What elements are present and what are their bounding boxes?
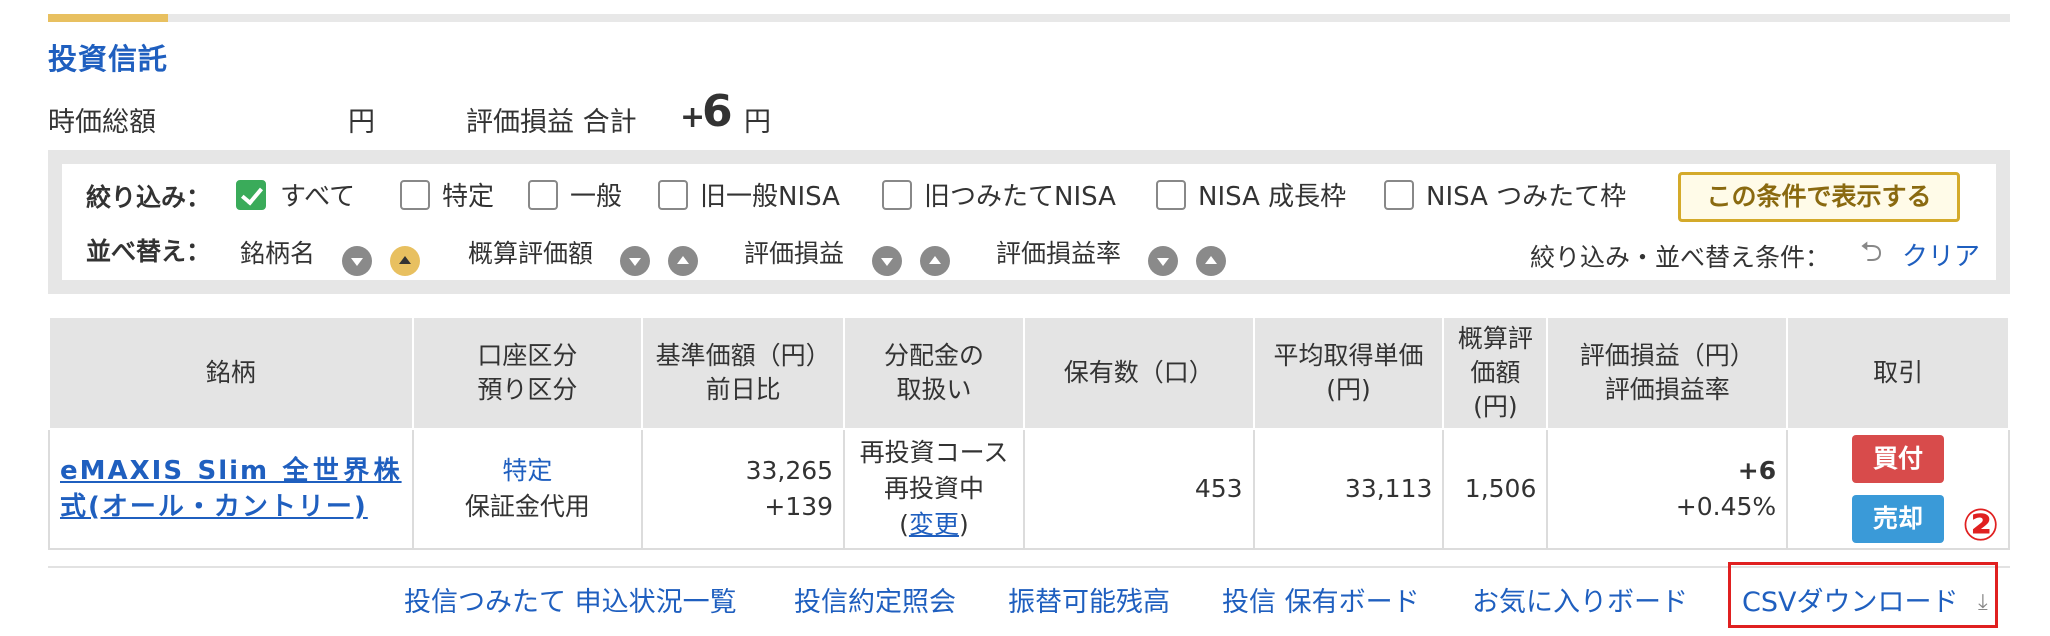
section-title: 投資信託 <box>48 42 169 76</box>
table-header-row: 銘柄 口座区分 預り区分 基準価額（円） 前日比 分配金の 取扱い 保有数（口） 平均… <box>48 316 2010 430</box>
est-value-cell: 1,506 <box>1442 428 1549 550</box>
nav-cell: 33,265 +139 <box>641 428 846 550</box>
header-fund: 銘柄 <box>48 316 414 430</box>
sort-field-pl: 評価損益 <box>744 239 845 268</box>
filter-option-nisa-growth[interactable]: NISA 成長枠 <box>1198 176 1346 213</box>
market-value-label: 時価総額 <box>48 107 156 138</box>
pl-total-value: 6 <box>702 86 733 137</box>
header-holdings: 保有数（口） <box>1022 316 1255 430</box>
header-pl: 評価損益（円） 評価損益率 <box>1546 316 1789 430</box>
sort-pl-desc-button[interactable] <box>872 246 902 276</box>
fund-name-link[interactable]: eMAXIS Slim 全世界株式(オール・カントリー) <box>60 453 402 525</box>
filter-checkbox-nisa-tsumitate[interactable] <box>1384 180 1414 210</box>
filter-checkbox-specific[interactable] <box>400 180 430 210</box>
filter-row: 絞り込み： すべて 特定 一般 旧一般NISA 旧つみたてNISA NISA 成… <box>62 164 1996 222</box>
account-type[interactable]: 特定 <box>424 453 632 489</box>
sort-name-asc-button[interactable] <box>390 246 420 276</box>
undo-icon[interactable]: ⮌ <box>1860 238 1888 266</box>
header-est-value: 概算評 価額 (円) <box>1442 316 1549 430</box>
header-trade: 取引 <box>1786 316 2010 430</box>
sort-pl-rate-desc-button[interactable] <box>1148 246 1178 276</box>
filter-option-old-tsumitate-nisa[interactable]: 旧つみたてNISA <box>924 176 1116 213</box>
pl-total-label: 評価損益 合計 <box>466 107 637 138</box>
avg-price-cell: 33,113 <box>1252 428 1445 550</box>
distribution-cell: 再投資コース 再投資中 (変更) <box>843 428 1025 550</box>
link-holdings-board[interactable]: 投信 保有ボード <box>1222 580 1420 619</box>
bottom-divider <box>48 566 2010 568</box>
filter-checkbox-all[interactable] <box>236 180 266 210</box>
filter-checkbox-general[interactable] <box>528 180 558 210</box>
sort-row: 並べ替え： 銘柄名 概算評価額 評価損益 評価損益率 絞り込み・並べ替え条件： … <box>62 226 1996 280</box>
filter-checkbox-old-tsumitate-nisa[interactable] <box>882 180 912 210</box>
nav-change: +139 <box>764 492 834 521</box>
sort-field-value: 概算評価額 <box>468 239 594 268</box>
link-contract-inquiry[interactable]: 投信約定照会 <box>794 580 956 619</box>
header-account: 口座区分 預り区分 <box>411 316 644 430</box>
header-nav: 基準価額（円） 前日比 <box>641 316 846 430</box>
sort-value-desc-button[interactable] <box>620 246 650 276</box>
pl-rate: +0.45% <box>1675 492 1777 521</box>
pl-value: +6 <box>1737 456 1777 485</box>
section-top-bar <box>48 14 2010 22</box>
buy-button[interactable]: 買付 <box>1852 435 1945 483</box>
fund-cell: eMAXIS Slim 全世界株式(オール・カントリー) <box>48 428 414 550</box>
sort-value-asc-button[interactable] <box>668 246 698 276</box>
pl-cell: +6 +0.45% <box>1546 428 1789 550</box>
annotation-marker-2: ② <box>1962 500 2000 551</box>
filter-label: 絞り込み： <box>86 183 212 212</box>
link-tsumitate-status[interactable]: 投信つみたて 申込状況一覧 <box>404 580 737 619</box>
filter-option-nisa-tsumitate[interactable]: NISA つみたて枠 <box>1426 176 1626 213</box>
sort-pl-asc-button[interactable] <box>920 246 950 276</box>
sort-pl-rate-asc-button[interactable] <box>1196 246 1226 276</box>
link-transferable-balance[interactable]: 振替可能残高 <box>1008 580 1170 619</box>
link-favorites-board[interactable]: お気に入りボード <box>1472 580 1688 619</box>
filter-checkbox-nisa-growth[interactable] <box>1156 180 1186 210</box>
distribution-course: 再投資コース <box>859 438 1009 467</box>
apply-filter-button[interactable]: この条件で表示する <box>1678 172 1960 222</box>
distribution-change-wrap: (変更) <box>899 510 969 539</box>
sort-label: 並べ替え： <box>86 237 212 266</box>
filter-panel: 絞り込み： すべて 特定 一般 旧一般NISA 旧つみたてNISA NISA 成… <box>48 150 2010 294</box>
filter-option-old-nisa[interactable]: 旧一般NISA <box>700 176 840 213</box>
holdings-cell: 453 <box>1022 428 1255 550</box>
table-row: eMAXIS Slim 全世界株式(オール・カントリー) 特定 保証金代用 33… <box>48 428 2010 550</box>
account-cell: 特定 保証金代用 <box>411 428 644 550</box>
filter-option-general[interactable]: 一般 <box>570 176 622 213</box>
sort-field-name: 銘柄名 <box>240 239 316 268</box>
clear-link[interactable]: クリア <box>1902 236 1980 273</box>
section-top-bar-accent <box>48 14 168 22</box>
distribution-change-link[interactable]: 変更 <box>909 510 959 539</box>
csv-download-highlight <box>1728 562 1998 628</box>
filter-option-specific[interactable]: 特定 <box>442 176 494 213</box>
header-avg-price: 平均取得単価 (円) <box>1252 316 1445 430</box>
market-value-unit: 円 <box>348 107 375 138</box>
header-distribution: 分配金の 取扱い <box>843 316 1025 430</box>
nav-value: 33,265 <box>745 456 834 485</box>
holdings-table: 銘柄 口座区分 預り区分 基準価額（円） 前日比 分配金の 取扱い 保有数（口） 平均… <box>48 316 2010 550</box>
sell-button[interactable]: 売却 <box>1852 495 1945 543</box>
filter-checkbox-old-nisa[interactable] <box>658 180 688 210</box>
sort-field-pl-rate: 評価損益率 <box>996 239 1122 268</box>
filter-panel-inner: 絞り込み： すべて 特定 一般 旧一般NISA 旧つみたてNISA NISA 成… <box>62 164 1996 280</box>
deposit-type: 保証金代用 <box>464 492 590 521</box>
filter-option-all[interactable]: すべて <box>280 176 355 213</box>
distribution-status: 再投資中 <box>883 474 984 503</box>
sort-name-desc-button[interactable] <box>342 246 372 276</box>
pl-total-unit: 円 <box>744 107 771 138</box>
conditions-label: 絞り込み・並べ替え条件： <box>1530 243 1831 272</box>
